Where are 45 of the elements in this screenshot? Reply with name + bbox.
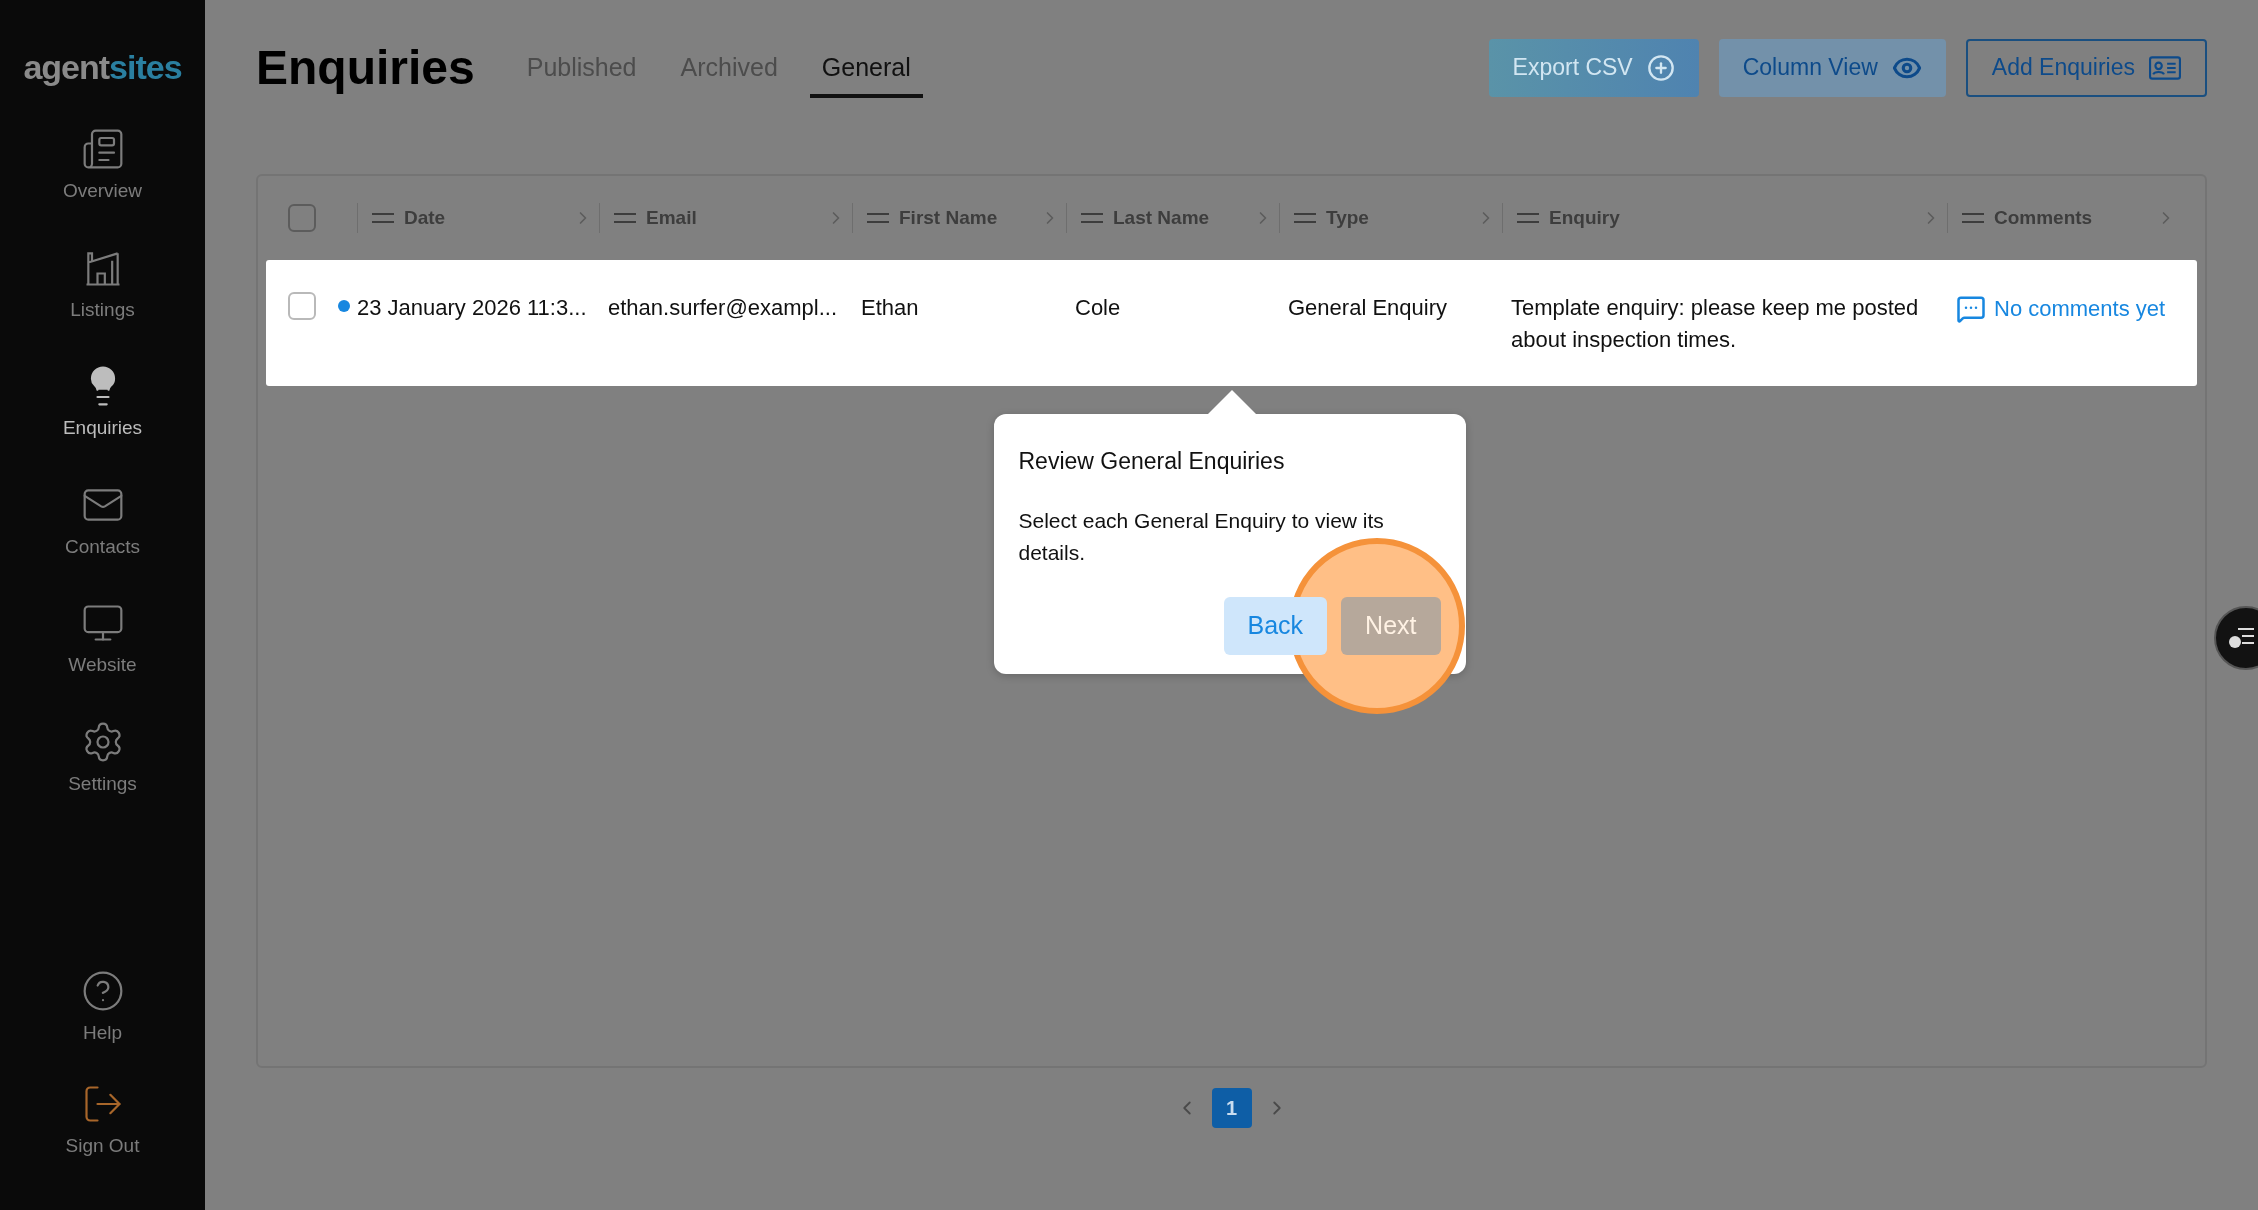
sidebar-item[interactable]: Help <box>0 969 205 1048</box>
comments-link[interactable]: No comments yet <box>1956 292 2166 325</box>
plus-circle-icon <box>1646 53 1675 82</box>
drag-handle-icon[interactable] <box>1517 213 1539 223</box>
page-button[interactable]: 1 <box>1211 1088 1252 1128</box>
sidebar-item[interactable]: Overview <box>0 127 205 206</box>
popover-text: Select each General Enquiry to view its details. <box>1018 507 1385 566</box>
checkbox[interactable] <box>288 292 316 320</box>
column-header[interactable]: Comments <box>1994 203 2146 233</box>
sidebar-item[interactable]: Sign Out <box>0 1081 205 1160</box>
id-card-icon <box>2149 55 2181 80</box>
table-cell: Cole <box>1075 295 1121 320</box>
column-header[interactable]: First Name <box>899 203 1030 233</box>
column-header[interactable]: Email <box>646 203 816 233</box>
column-header[interactable]: Enquiry <box>1549 203 1911 233</box>
drag-handle-icon[interactable] <box>1081 213 1103 223</box>
logo: agentsites <box>23 47 182 88</box>
list-icon <box>2228 626 2256 650</box>
table-cell: 23 January 2026 11:3... <box>357 295 587 320</box>
tab[interactable]: General <box>809 36 923 99</box>
sidebar-item[interactable]: Contacts <box>0 482 205 561</box>
table-row[interactable]: 23 January 2026 11:3... ethan.surfer@exampl... Ethan Cole General Enquiry Template enquiry: please keep me posted about inspection times. No comments yet <box>266 260 2197 386</box>
popover-title: Review General Enquiries <box>1018 447 1286 476</box>
drag-handle-icon[interactable] <box>867 213 889 223</box>
drag-handle-icon[interactable] <box>1962 213 1984 223</box>
table-cell-text: Template enquiry: please keep me posted about inspection times. <box>1511 294 1920 354</box>
sidebar-item[interactable]: Listings <box>0 245 205 324</box>
back-button[interactable]: Back <box>1223 596 1328 655</box>
column-header[interactable]: Date <box>404 203 563 233</box>
next-button[interactable]: Next <box>1341 596 1441 655</box>
sidebar-item[interactable]: Settings <box>0 719 205 798</box>
drag-handle-icon[interactable] <box>614 213 636 223</box>
sidebar-item[interactable]: Enquiries <box>0 364 205 443</box>
table-cell: ethan.surfer@exampl... <box>608 295 837 320</box>
sidebar-item[interactable]: Website <box>0 601 205 680</box>
table-cell: General Enquiry <box>1288 295 1447 320</box>
drag-handle-icon[interactable] <box>1294 213 1316 223</box>
page-title: Enquiries <box>256 39 475 96</box>
column-header[interactable]: Last Name <box>1113 203 1243 233</box>
checkbox[interactable] <box>288 204 316 232</box>
action-button[interactable]: Column View <box>1718 38 1946 97</box>
drag-handle-icon[interactable] <box>372 213 394 223</box>
column-header[interactable]: Type <box>1326 203 1466 233</box>
table-cell: Ethan <box>861 295 919 320</box>
action-button[interactable]: Add Enquiries <box>1965 38 2207 97</box>
